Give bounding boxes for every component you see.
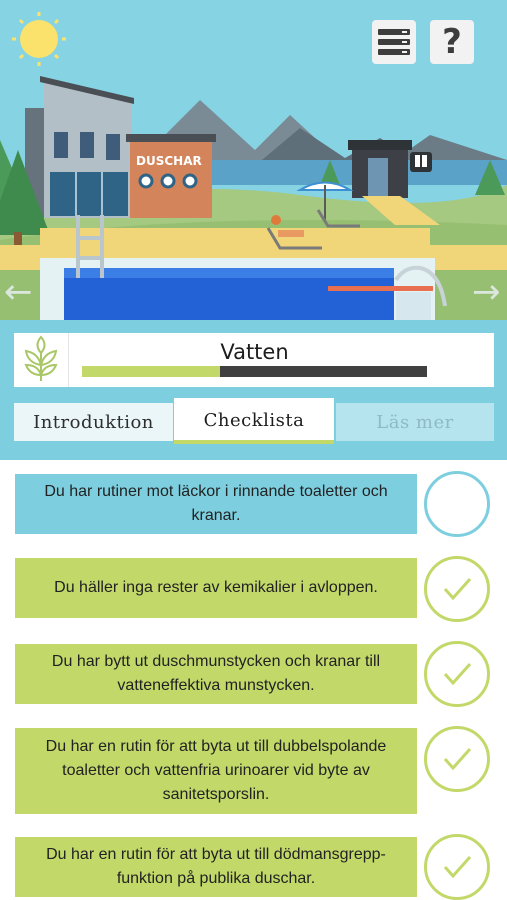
checklist-item-toggle[interactable] — [424, 726, 490, 792]
check-icon — [443, 662, 472, 686]
checklist-item-toggle[interactable] — [424, 834, 490, 900]
active-tab-indicator — [174, 440, 334, 444]
tab-checklista[interactable]: Checklista — [174, 398, 334, 444]
arrow-left-icon[interactable]: ← — [4, 272, 33, 312]
tab-las-mer[interactable]: Läs mer — [336, 403, 494, 441]
check-icon — [443, 855, 472, 879]
checklist-item-toggle[interactable] — [424, 556, 490, 622]
checklist-item-toggle[interactable] — [424, 641, 490, 707]
checklist-item-text: Du har en rutin för att byta ut till död… — [15, 837, 417, 897]
tab-introduktion[interactable]: Introduktion — [14, 403, 173, 441]
sun-icon — [12, 12, 66, 66]
menu-list-icon — [378, 29, 410, 55]
check-icon — [443, 747, 472, 771]
help-button[interactable]: ? — [430, 20, 474, 64]
menu-button[interactable] — [372, 20, 416, 64]
checklist-item-text: Du har rutiner mot läckor i rinnande toa… — [15, 474, 417, 534]
topic-icon-box — [14, 333, 69, 387]
checklist-item-text: Du häller inga rester av kemikalier i av… — [15, 558, 417, 618]
help-question-icon: ? — [442, 22, 462, 62]
topic-progress-bar — [82, 366, 427, 377]
leaf-icon — [24, 335, 58, 381]
building-sign: DUSCHAR — [136, 154, 202, 168]
arrow-right-icon[interactable]: → — [472, 272, 501, 312]
topic-title: Vatten — [220, 340, 289, 364]
checklist-item-text: Du har en rutin för att byta ut till dub… — [15, 728, 417, 814]
checklist-item-text: Du har bytt ut duschmunstycken och krana… — [15, 644, 417, 704]
check-icon — [443, 577, 472, 601]
progress-fill — [82, 366, 220, 377]
tab-checklista-label: Checklista — [203, 409, 305, 431]
checklist-item-toggle[interactable] — [424, 471, 490, 537]
